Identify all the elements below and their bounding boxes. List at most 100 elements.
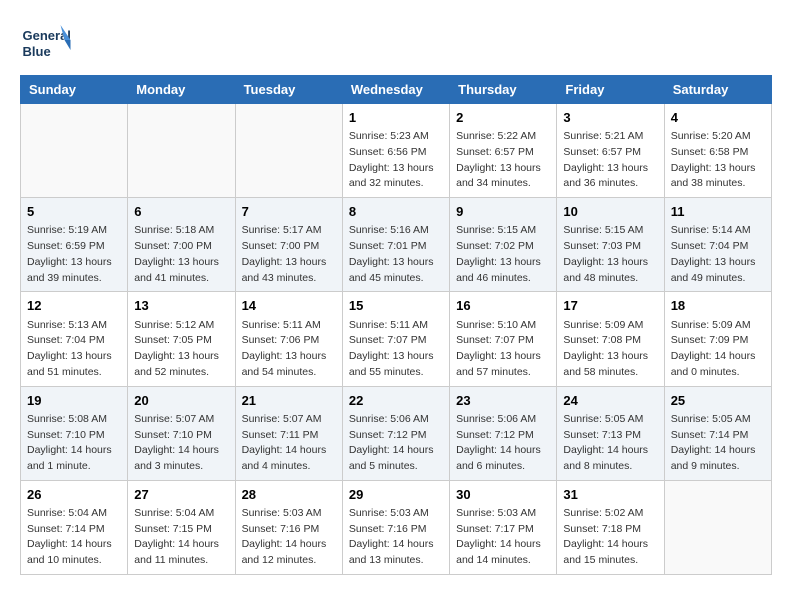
calendar-week-row: 26 Sunrise: 5:04 AM Sunset: 7:14 PM Dayli… <box>21 480 772 574</box>
calendar-day-empty <box>21 104 128 198</box>
day-number: 23 <box>456 392 550 410</box>
calendar-day-3: 3Sunrise: 5:21 AM Sunset: 6:57 PM Daylig… <box>557 104 664 198</box>
day-number: 1 <box>349 109 443 127</box>
day-info: Sunrise: 5:19 AM Sunset: 6:59 PM Dayligh… <box>27 223 121 286</box>
day-info: Sunrise: 5:04 AM Sunset: 7:14 PM Dayligh… <box>27 506 121 569</box>
generalblue-logo-icon: GeneralBlue <box>20 20 75 65</box>
day-number: 2 <box>456 109 550 127</box>
calendar-day-19: 19 Sunrise: 5:08 AM Sunset: 7:10 PM Dayli… <box>21 386 128 480</box>
day-number: 24 <box>563 392 657 410</box>
day-number: 26 <box>27 486 121 504</box>
day-number: 20 <box>134 392 228 410</box>
day-info: Sunrise: 5:15 AM Sunset: 7:03 PM Dayligh… <box>563 223 657 286</box>
day-info: Sunrise: 5:11 AM Sunset: 7:07 PM Dayligh… <box>349 318 443 381</box>
day-number: 11 <box>671 203 765 221</box>
calendar-day-7: 7 Sunrise: 5:17 AM Sunset: 7:00 PM Daylig… <box>235 198 342 292</box>
calendar-day-17: 17 Sunrise: 5:09 AM Sunset: 7:08 PM Dayli… <box>557 292 664 386</box>
day-info: Sunrise: 5:03 AM Sunset: 7:16 PM Dayligh… <box>349 506 443 569</box>
day-number: 7 <box>242 203 336 221</box>
weekday-header-wednesday: Wednesday <box>342 76 449 104</box>
day-info: Sunrise: 5:12 AM Sunset: 7:05 PM Dayligh… <box>134 318 228 381</box>
calendar-week-row: 19 Sunrise: 5:08 AM Sunset: 7:10 PM Dayli… <box>21 386 772 480</box>
calendar-day-11: 11 Sunrise: 5:14 AM Sunset: 7:04 PM Dayli… <box>664 198 771 292</box>
calendar-day-14: 14 Sunrise: 5:11 AM Sunset: 7:06 PM Dayli… <box>235 292 342 386</box>
day-number: 25 <box>671 392 765 410</box>
day-number: 21 <box>242 392 336 410</box>
calendar-day-22: 22 Sunrise: 5:06 AM Sunset: 7:12 PM Dayli… <box>342 386 449 480</box>
weekday-header-sunday: Sunday <box>21 76 128 104</box>
day-number: 27 <box>134 486 228 504</box>
day-info: Sunrise: 5:11 AM Sunset: 7:06 PM Dayligh… <box>242 318 336 381</box>
day-info: Sunrise: 5:09 AM Sunset: 7:09 PM Dayligh… <box>671 318 765 381</box>
logo: GeneralBlue <box>20 20 75 65</box>
day-info: Sunrise: 5:14 AM Sunset: 7:04 PM Dayligh… <box>671 223 765 286</box>
calendar-week-row: 5 Sunrise: 5:19 AM Sunset: 6:59 PM Daylig… <box>21 198 772 292</box>
calendar-day-29: 29 Sunrise: 5:03 AM Sunset: 7:16 PM Dayli… <box>342 480 449 574</box>
day-number: 15 <box>349 297 443 315</box>
day-number: 4 <box>671 109 765 127</box>
calendar-day-18: 18Sunrise: 5:09 AM Sunset: 7:09 PM Dayli… <box>664 292 771 386</box>
day-number: 17 <box>563 297 657 315</box>
day-number: 3 <box>563 109 657 127</box>
calendar-day-28: 28 Sunrise: 5:03 AM Sunset: 7:16 PM Dayli… <box>235 480 342 574</box>
day-info: Sunrise: 5:05 AM Sunset: 7:14 PM Dayligh… <box>671 412 765 475</box>
day-info: Sunrise: 5:03 AM Sunset: 7:17 PM Dayligh… <box>456 506 550 569</box>
weekday-header-friday: Friday <box>557 76 664 104</box>
svg-text:Blue: Blue <box>23 44 51 59</box>
calendar-day-24: 24 Sunrise: 5:05 AM Sunset: 7:13 PM Dayli… <box>557 386 664 480</box>
day-number: 9 <box>456 203 550 221</box>
calendar-day-13: 13Sunrise: 5:12 AM Sunset: 7:05 PM Dayli… <box>128 292 235 386</box>
calendar-day-15: 15 Sunrise: 5:11 AM Sunset: 7:07 PM Dayli… <box>342 292 449 386</box>
day-info: Sunrise: 5:06 AM Sunset: 7:12 PM Dayligh… <box>456 412 550 475</box>
calendar-day-23: 23 Sunrise: 5:06 AM Sunset: 7:12 PM Dayli… <box>450 386 557 480</box>
calendar-day-8: 8Sunrise: 5:16 AM Sunset: 7:01 PM Daylig… <box>342 198 449 292</box>
calendar-day-12: 12 Sunrise: 5:13 AM Sunset: 7:04 PM Dayli… <box>21 292 128 386</box>
calendar-day-10: 10 Sunrise: 5:15 AM Sunset: 7:03 PM Dayli… <box>557 198 664 292</box>
day-info: Sunrise: 5:08 AM Sunset: 7:10 PM Dayligh… <box>27 412 121 475</box>
calendar-day-4: 4Sunrise: 5:20 AM Sunset: 6:58 PM Daylig… <box>664 104 771 198</box>
calendar-day-empty <box>664 480 771 574</box>
day-number: 6 <box>134 203 228 221</box>
day-number: 19 <box>27 392 121 410</box>
day-number: 10 <box>563 203 657 221</box>
day-info: Sunrise: 5:13 AM Sunset: 7:04 PM Dayligh… <box>27 318 121 381</box>
calendar-day-16: 16Sunrise: 5:10 AM Sunset: 7:07 PM Dayli… <box>450 292 557 386</box>
calendar-day-20: 20Sunrise: 5:07 AM Sunset: 7:10 PM Dayli… <box>128 386 235 480</box>
weekday-header-saturday: Saturday <box>664 76 771 104</box>
calendar-day-2: 2Sunrise: 5:22 AM Sunset: 6:57 PM Daylig… <box>450 104 557 198</box>
weekday-header-thursday: Thursday <box>450 76 557 104</box>
weekday-header-tuesday: Tuesday <box>235 76 342 104</box>
day-number: 8 <box>349 203 443 221</box>
day-info: Sunrise: 5:04 AM Sunset: 7:15 PM Dayligh… <box>134 506 228 569</box>
day-info: Sunrise: 5:07 AM Sunset: 7:11 PM Dayligh… <box>242 412 336 475</box>
day-info: Sunrise: 5:06 AM Sunset: 7:12 PM Dayligh… <box>349 412 443 475</box>
day-info: Sunrise: 5:17 AM Sunset: 7:00 PM Dayligh… <box>242 223 336 286</box>
calendar-day-26: 26 Sunrise: 5:04 AM Sunset: 7:14 PM Dayli… <box>21 480 128 574</box>
day-info: Sunrise: 5:15 AM Sunset: 7:02 PM Dayligh… <box>456 223 550 286</box>
day-number: 22 <box>349 392 443 410</box>
day-info: Sunrise: 5:09 AM Sunset: 7:08 PM Dayligh… <box>563 318 657 381</box>
day-number: 14 <box>242 297 336 315</box>
calendar-day-31: 31Sunrise: 5:02 AM Sunset: 7:18 PM Dayli… <box>557 480 664 574</box>
calendar-day-21: 21 Sunrise: 5:07 AM Sunset: 7:11 PM Dayli… <box>235 386 342 480</box>
calendar-day-6: 6Sunrise: 5:18 AM Sunset: 7:00 PM Daylig… <box>128 198 235 292</box>
calendar-day-empty <box>235 104 342 198</box>
calendar-day-30: 30Sunrise: 5:03 AM Sunset: 7:17 PM Dayli… <box>450 480 557 574</box>
calendar-table: SundayMondayTuesdayWednesdayThursdayFrid… <box>20 75 772 575</box>
weekday-header-monday: Monday <box>128 76 235 104</box>
day-info: Sunrise: 5:02 AM Sunset: 7:18 PM Dayligh… <box>563 506 657 569</box>
calendar-day-25: 25 Sunrise: 5:05 AM Sunset: 7:14 PM Dayli… <box>664 386 771 480</box>
day-number: 12 <box>27 297 121 315</box>
calendar-week-row: 12 Sunrise: 5:13 AM Sunset: 7:04 PM Dayli… <box>21 292 772 386</box>
day-number: 29 <box>349 486 443 504</box>
day-info: Sunrise: 5:05 AM Sunset: 7:13 PM Dayligh… <box>563 412 657 475</box>
day-number: 5 <box>27 203 121 221</box>
calendar-header-row: SundayMondayTuesdayWednesdayThursdayFrid… <box>21 76 772 104</box>
day-number: 28 <box>242 486 336 504</box>
calendar-day-27: 27 Sunrise: 5:04 AM Sunset: 7:15 PM Dayli… <box>128 480 235 574</box>
calendar-day-1: 1 Sunrise: 5:23 AM Sunset: 6:56 PM Daylig… <box>342 104 449 198</box>
day-info: Sunrise: 5:03 AM Sunset: 7:16 PM Dayligh… <box>242 506 336 569</box>
day-number: 16 <box>456 297 550 315</box>
day-info: Sunrise: 5:23 AM Sunset: 6:56 PM Dayligh… <box>349 129 443 192</box>
calendar-day-9: 9 Sunrise: 5:15 AM Sunset: 7:02 PM Daylig… <box>450 198 557 292</box>
